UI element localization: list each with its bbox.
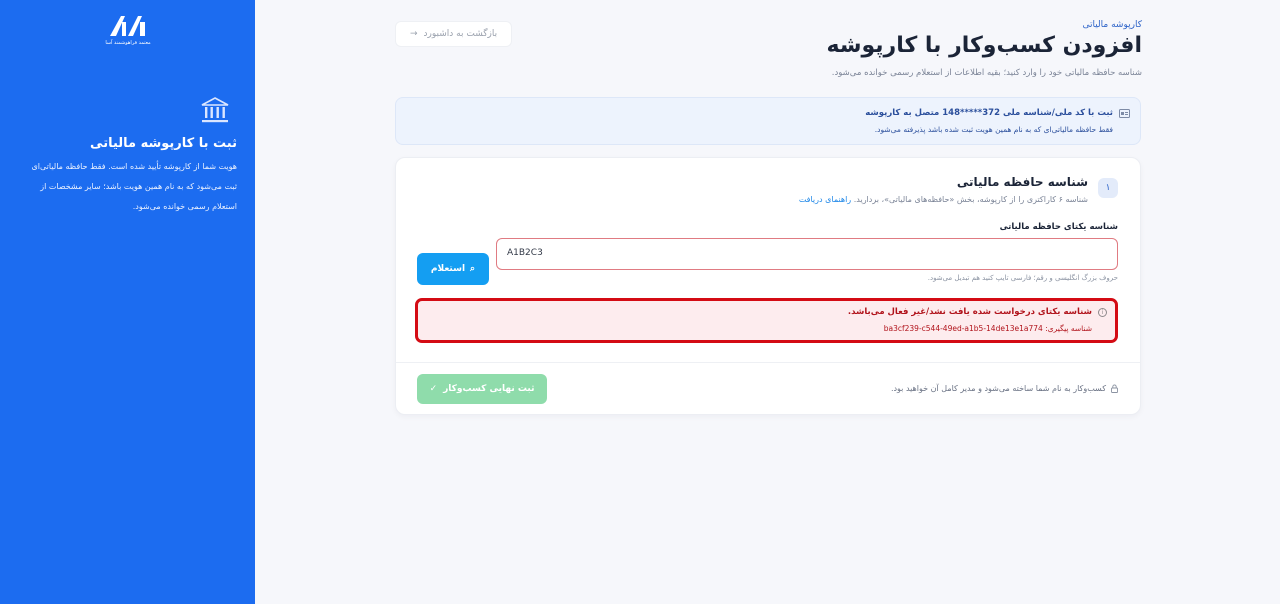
page-title: افزودن کسب‌وکار با کارپوشه	[826, 33, 1143, 58]
info-banner-subtitle: فقط حافظه مالیاتی‌ای که به نام همین هویت…	[874, 125, 1113, 134]
back-label: بازگشت به داشبورد	[423, 29, 498, 39]
sidebar: معتمد فراهوشمند آسا ثبت با کارپوشه مالیا…	[0, 0, 255, 604]
submit-label: ثبت نهایی کسب‌وکار	[443, 384, 535, 394]
error-title: شناسه یکتای درخواست شده یافت نشد/غیر فعا…	[847, 307, 1092, 317]
main-content: کارپوشه مالیاتی افزودن کسب‌وکار با کارپو…	[255, 0, 1280, 604]
guide-link[interactable]: راهنمای دریافت	[799, 195, 851, 204]
inquiry-label: استعلام	[430, 264, 466, 274]
id-card-icon	[1119, 109, 1130, 118]
info-banner-title: ثبت با کد ملی/شناسه ملی 372*****148 متصل…	[865, 108, 1113, 118]
search-icon: ⌕	[470, 264, 476, 274]
logo: معتمد فراهوشمند آسا	[100, 12, 156, 52]
section-title: شناسه حافظه مالیاتی	[956, 175, 1088, 189]
breadcrumb[interactable]: کارپوشه مالیاتی	[1082, 20, 1142, 30]
tax-id-label: شناسه یکتای حافظه مالیاتی	[999, 222, 1118, 232]
lock-icon	[1111, 384, 1118, 393]
tax-id-hint: حروف بزرگ انگلیسی و رقم؛ فارسی تایپ کنید…	[927, 274, 1118, 282]
error-alert: i شناسه یکتای درخواست شده یافت نشد/غیر ف…	[415, 298, 1118, 343]
info-banner: ثبت با کد ملی/شناسه ملی 372*****148 متصل…	[395, 97, 1141, 145]
ownership-note: کسب‌وکار به نام شما ساخته می‌شود و مدیر …	[891, 384, 1118, 393]
final-submit-button[interactable]: ثبت نهایی کسب‌وکار ✓	[417, 374, 547, 404]
error-tracking-id: شناسه پیگیری: ba3cf239-c544-49ed-a1b5-14…	[883, 324, 1092, 333]
tax-id-value: A1B2C3	[507, 248, 543, 258]
logo-icon	[110, 16, 145, 36]
logo-text: معتمد فراهوشمند آسا	[105, 40, 151, 46]
section-description: شناسه ۶ کاراکتری را از کارپوشه، بخش «حاف…	[799, 195, 1088, 204]
inquiry-button[interactable]: ⌕ استعلام	[417, 253, 489, 285]
tax-id-input[interactable]: A1B2C3	[496, 238, 1118, 270]
section-description-text: شناسه ۶ کاراکتری را از کارپوشه، بخش «حاف…	[853, 195, 1088, 204]
step-badge: ۱	[1098, 178, 1118, 198]
info-circle-icon: i	[1098, 308, 1107, 317]
check-icon: ✓	[429, 384, 438, 394]
bank-icon	[201, 97, 229, 123]
arrow-right-icon: →	[410, 29, 418, 39]
back-to-dashboard-button[interactable]: بازگشت به داشبورد →	[395, 21, 513, 47]
sidebar-title: ثبت با کارپوشه مالیاتی	[90, 136, 237, 151]
divider	[396, 362, 1140, 363]
sidebar-description: هویت شما از کارپوشه تأیید شده است. فقط ح…	[31, 162, 237, 211]
ownership-note-text: کسب‌وکار به نام شما ساخته می‌شود و مدیر …	[890, 384, 1106, 393]
business-form-card: ۱ شناسه حافظه مالیاتی شناسه ۶ کاراکتری ر…	[395, 157, 1141, 415]
page-subtitle: شناسه حافظه مالیاتی خود را وارد کنید؛ بق…	[831, 68, 1142, 78]
